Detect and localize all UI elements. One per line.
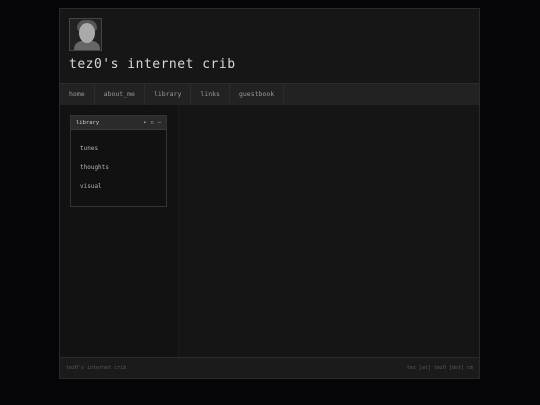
- library-window: library • ▫ – tunes thoughts visual: [70, 115, 167, 207]
- site-title: tez0's internet crib: [69, 57, 236, 72]
- nav-links[interactable]: links: [191, 84, 230, 105]
- pin-icon[interactable]: •: [143, 120, 146, 126]
- nav-home[interactable]: home: [60, 84, 95, 105]
- nav-guestbook[interactable]: guestbook: [230, 84, 285, 105]
- footer-site-name: tez0's internet crib: [66, 365, 127, 371]
- site-header: tez0's internet crib: [60, 9, 479, 83]
- nav-about-me[interactable]: about_me: [95, 84, 145, 105]
- maximize-icon[interactable]: ▫: [150, 120, 153, 126]
- link-visual[interactable]: visual: [80, 183, 166, 190]
- nav-library[interactable]: library: [145, 84, 192, 105]
- avatar: [69, 18, 102, 51]
- window-body: tunes thoughts visual: [71, 130, 166, 190]
- sidebar: library • ▫ – tunes thoughts visual: [60, 105, 179, 357]
- site-footer: tez0's internet crib tez [at] tez0 [dot]…: [60, 357, 479, 378]
- nav-bar: home about_me library links guestbook: [60, 83, 479, 106]
- footer-contact: tez [at] tez0 [dot] cm: [406, 365, 473, 371]
- main-content: [179, 105, 479, 357]
- link-tunes[interactable]: tunes: [80, 145, 166, 152]
- minimize-icon[interactable]: –: [158, 120, 161, 126]
- window-title: library: [76, 119, 100, 126]
- window-titlebar[interactable]: library • ▫ –: [71, 116, 166, 130]
- site-container: tez0's internet crib home about_me libra…: [59, 8, 480, 379]
- link-thoughts[interactable]: thoughts: [80, 164, 166, 171]
